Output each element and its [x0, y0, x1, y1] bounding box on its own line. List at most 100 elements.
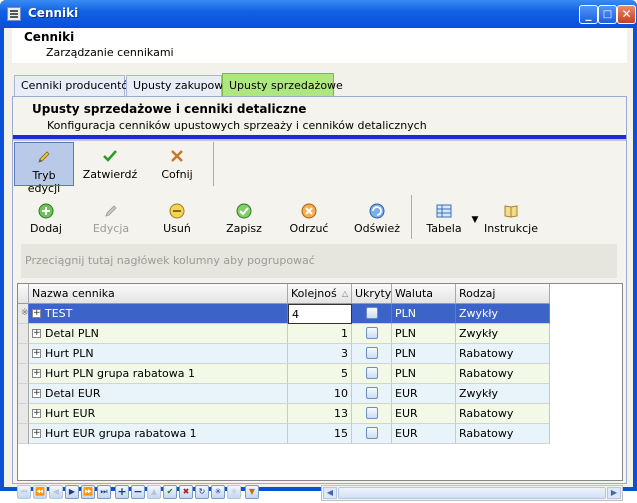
edit-mode-button[interactable]: Tryb edycji — [14, 142, 74, 195]
table-row[interactable]: + Hurt EUR 13 EUR Rabatowy — [18, 404, 550, 424]
cell-hidden[interactable] — [352, 304, 392, 324]
hidden-checkbox[interactable] — [365, 307, 378, 319]
delete-button[interactable]: Usuń — [153, 195, 201, 239]
next-record-icon[interactable]: ▶ — [65, 485, 79, 499]
table-dropdown-button[interactable]: ▼ — [469, 195, 481, 239]
last-page-icon[interactable]: ⏭ — [97, 485, 111, 499]
cell-hidden[interactable] — [352, 324, 392, 344]
cell-hidden[interactable] — [352, 384, 392, 404]
first-page-icon[interactable]: ⏮ — [17, 485, 31, 499]
cell-type[interactable]: Rabatowy — [456, 364, 550, 384]
cell-currency[interactable]: PLN — [392, 364, 456, 384]
cell-hidden[interactable] — [352, 364, 392, 384]
minimize-button[interactable]: _ — [579, 5, 598, 24]
cell-currency[interactable]: PLN — [392, 324, 456, 344]
tab-purchase-discounts[interactable]: Upusty zakupowe — [126, 75, 230, 97]
table-row[interactable]: + Hurt EUR grupa rabatowa 1 15 EUR Rabato… — [18, 424, 550, 444]
close-button[interactable]: ✕ — [617, 5, 636, 24]
cell-name[interactable]: + Detal EUR — [29, 384, 288, 404]
scroll-right-icon[interactable]: ▶ — [607, 487, 621, 499]
cell-name[interactable]: + Detal PLN — [29, 324, 288, 344]
cell-order[interactable]: 3 — [288, 344, 352, 364]
cell-type[interactable]: Zwykły — [456, 324, 550, 344]
group-by-area[interactable]: Przeciągnij tutaj nagłówek kolumny aby p… — [21, 244, 617, 278]
bookmark-goto-icon[interactable]: ✳ — [227, 485, 241, 499]
edit-record-icon[interactable]: ▲ — [147, 485, 161, 499]
refresh-button[interactable]: Odśwież — [349, 195, 405, 239]
cell-currency[interactable]: EUR — [392, 424, 456, 444]
expand-icon[interactable]: + — [32, 429, 41, 438]
cell-hidden[interactable] — [352, 404, 392, 424]
table-row[interactable]: + Hurt PLN grupa rabatowa 1 5 PLN Rabatow… — [18, 364, 550, 384]
cell-type[interactable]: Zwykły — [456, 304, 550, 324]
table-row[interactable]: ※ + TEST 4 PLN Zwykły — [18, 304, 550, 324]
hidden-checkbox[interactable] — [365, 327, 378, 339]
table-row[interactable]: + Hurt PLN 3 PLN Rabatowy — [18, 344, 550, 364]
instructions-button[interactable]: Instrukcje — [483, 195, 539, 239]
maximize-button[interactable]: □ — [598, 5, 617, 24]
undo-button[interactable]: Cofnij — [147, 142, 207, 186]
expand-icon[interactable]: + — [32, 389, 41, 398]
cell-order[interactable]: 15 — [288, 424, 352, 444]
cell-order[interactable]: 1 — [288, 324, 352, 344]
cell-name[interactable]: + Hurt EUR — [29, 404, 288, 424]
cell-currency[interactable]: EUR — [392, 384, 456, 404]
expand-icon[interactable]: + — [32, 329, 41, 338]
cell-order[interactable]: 13 — [288, 404, 352, 424]
expand-icon[interactable]: + — [32, 409, 41, 418]
column-header-type[interactable]: Rodzaj — [456, 284, 550, 304]
insert-record-icon[interactable]: + — [115, 485, 129, 499]
cell-name[interactable]: + Hurt PLN grupa rabatowa 1 — [29, 364, 288, 384]
column-header-hidden[interactable]: Ukryty — [352, 284, 392, 304]
hidden-checkbox[interactable] — [365, 387, 378, 399]
table-button[interactable]: Tabela — [419, 195, 469, 239]
horizontal-scrollbar[interactable]: ◀ ▶ — [321, 485, 623, 501]
cell-type[interactable]: Zwykły — [456, 384, 550, 404]
column-header-currency[interactable]: Waluta — [392, 284, 456, 304]
cell-name[interactable]: + TEST — [29, 304, 288, 324]
column-header-order[interactable]: Kolejnoś △ — [288, 284, 352, 304]
cell-currency[interactable]: EUR — [392, 404, 456, 424]
cell-name[interactable]: + Hurt PLN — [29, 344, 288, 364]
hidden-checkbox[interactable] — [365, 407, 378, 419]
cell-order-editor[interactable]: 4 — [288, 304, 352, 324]
expand-icon[interactable]: + — [32, 369, 41, 378]
hidden-checkbox[interactable] — [365, 347, 378, 359]
cell-type[interactable]: Rabatowy — [456, 344, 550, 364]
cell-order[interactable]: 10 — [288, 384, 352, 404]
prev-page-icon[interactable]: ⏪ — [33, 485, 47, 499]
tab-manufacturer-pricelists[interactable]: Cenniki producentów — [14, 75, 137, 97]
post-record-icon[interactable]: ✔ — [163, 485, 177, 499]
add-button[interactable]: Dodaj — [21, 195, 71, 239]
next-page-icon[interactable]: ⏩ — [81, 485, 95, 499]
cell-order[interactable]: 5 — [288, 364, 352, 384]
table-row[interactable]: + Detal PLN 1 PLN Zwykły — [18, 324, 550, 344]
discard-button[interactable]: Odrzuć — [283, 195, 335, 239]
prev-record-icon[interactable]: ◀ — [49, 485, 63, 499]
cancel-record-icon[interactable]: ✖ — [179, 485, 193, 499]
scroll-thumb[interactable] — [338, 487, 606, 499]
hidden-checkbox[interactable] — [365, 367, 378, 379]
cell-currency[interactable]: PLN — [392, 304, 456, 324]
bookmark-set-icon[interactable]: ✳ — [211, 485, 225, 499]
confirm-button[interactable]: Zatwierdź — [78, 142, 142, 186]
cell-type[interactable]: Rabatowy — [456, 404, 550, 424]
delete-record-icon[interactable]: − — [131, 485, 145, 499]
cell-hidden[interactable] — [352, 424, 392, 444]
table-row[interactable]: + Detal EUR 10 EUR Zwykły — [18, 384, 550, 404]
cell-currency[interactable]: PLN — [392, 344, 456, 364]
cell-type[interactable]: Rabatowy — [456, 424, 550, 444]
cell-hidden[interactable] — [352, 344, 392, 364]
expand-icon[interactable]: + — [32, 349, 41, 358]
scroll-left-icon[interactable]: ◀ — [323, 487, 337, 499]
column-header-name[interactable]: Nazwa cennika — [29, 284, 288, 304]
title-bar[interactable]: Cenniki _ □ ✕ — [0, 0, 637, 28]
hidden-checkbox[interactable] — [365, 427, 378, 439]
edit-button[interactable]: Edycja — [85, 195, 137, 239]
refresh-records-icon[interactable]: ↻ — [195, 485, 209, 499]
expand-icon[interactable]: + — [32, 309, 41, 318]
tab-sales-discounts[interactable]: Upusty sprzedażowe — [222, 73, 343, 97]
save-button[interactable]: Zapisz — [219, 195, 269, 239]
filter-icon[interactable]: ▼ — [245, 485, 259, 499]
cell-name[interactable]: + Hurt EUR grupa rabatowa 1 — [29, 424, 288, 444]
